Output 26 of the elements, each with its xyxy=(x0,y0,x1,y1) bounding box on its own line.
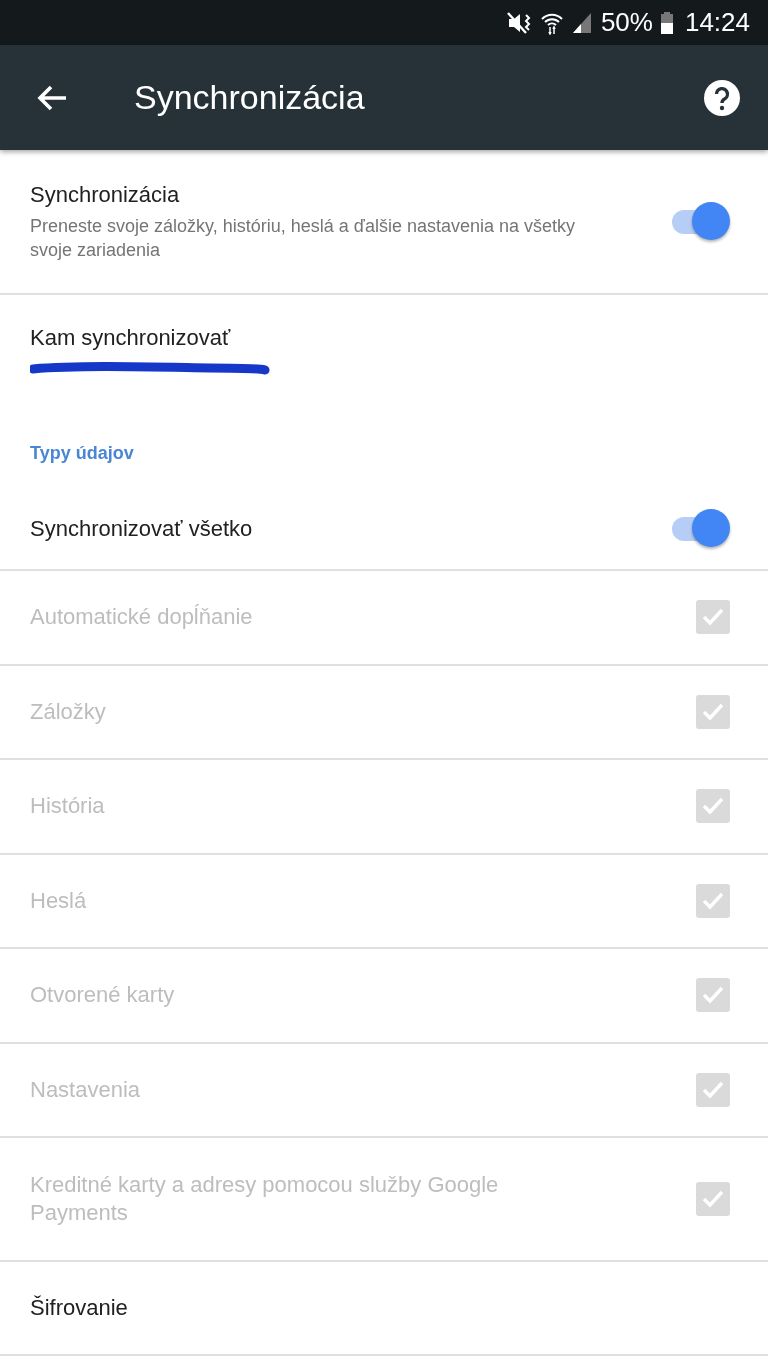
data-type-label: Automatické dopĺňanie xyxy=(30,603,254,632)
checkmark-icon xyxy=(701,985,725,1006)
checkmark-icon xyxy=(701,1189,725,1209)
clock-time: 14:24 xyxy=(684,7,750,38)
setting-title: Kam synchronizovať xyxy=(30,325,232,351)
checkmark-icon xyxy=(701,607,725,628)
setting-title: Synchronizovať všetko xyxy=(30,516,254,542)
setting-summary: Preneste svoje záložky, históriu, heslá a ďalšie nastavenia na všetky svoje zariadenia xyxy=(30,214,576,262)
section-header: Typy údajov xyxy=(29,442,135,465)
battery-icon xyxy=(660,11,673,34)
checkmark-icon xyxy=(701,701,725,722)
data-type-label: Záložky xyxy=(30,697,107,726)
checkmark-icon xyxy=(701,1079,725,1100)
data-type-label: Nastavenia xyxy=(30,1075,142,1104)
battery-level: 50% xyxy=(600,7,653,38)
setting-title: Synchronizácia xyxy=(30,181,181,208)
data-type-label: História xyxy=(30,792,106,821)
help-icon xyxy=(703,78,741,117)
data-type-label: Heslá xyxy=(30,886,88,915)
setting-title[interactable]: Šifrovanie xyxy=(30,1295,732,1321)
data-type-label: Otvorené karty xyxy=(30,981,176,1010)
mute-icon xyxy=(506,10,533,35)
screen-title: Synchronizácia xyxy=(134,78,365,117)
checkmark-icon xyxy=(701,796,725,817)
data-type-label: Kreditné karty a adresy pomocou služby Google Payments xyxy=(30,1171,500,1227)
checkmark-icon xyxy=(701,890,725,911)
